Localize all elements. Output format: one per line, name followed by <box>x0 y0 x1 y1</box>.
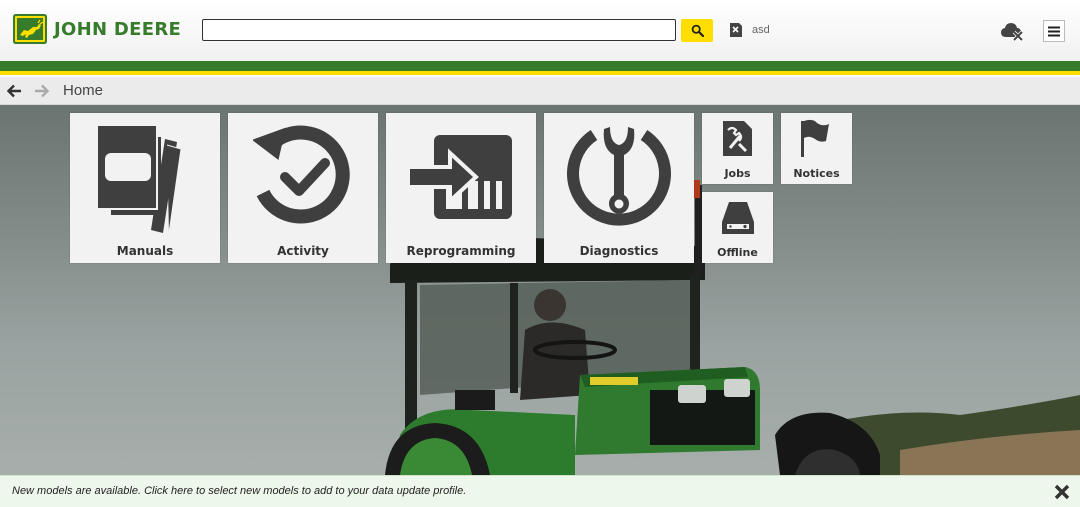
brand-stripe-green <box>0 61 1080 71</box>
notices-icon <box>801 119 829 157</box>
tile-label: Notices <box>793 167 840 180</box>
activity-icon <box>253 125 350 224</box>
john-deere-logo[interactable]: JOHN DEERE <box>13 13 181 45</box>
tile-label: Offline <box>717 246 758 259</box>
breadcrumb: Home <box>63 82 104 99</box>
tile-reprogramming[interactable]: Reprogramming <box>386 113 536 263</box>
tile-diagnostics[interactable]: Diagnostics <box>544 113 694 263</box>
forward-arrow-icon[interactable] <box>34 83 50 99</box>
hamburger-menu-icon <box>1048 26 1060 36</box>
diagnostics-icon <box>567 127 671 226</box>
notification-text: New models are available. Click here to … <box>12 485 467 497</box>
tile-label: Manuals <box>116 244 174 258</box>
main-menu-button[interactable] <box>1043 20 1065 42</box>
tile-manuals[interactable]: Manuals <box>70 113 220 263</box>
tile-offline[interactable]: Offline <box>702 192 773 263</box>
tile-label: Activity <box>277 244 329 258</box>
user-account[interactable]: asd <box>729 22 770 38</box>
tile-notices[interactable]: Notices <box>781 113 852 184</box>
search-icon <box>691 24 704 37</box>
manuals-icon <box>96 124 182 234</box>
navigation-bar: Home <box>0 77 1080 105</box>
deer-logo-icon <box>13 14 47 44</box>
brand-name: JOHN DEERE <box>54 18 182 40</box>
tile-jobs[interactable]: Jobs <box>702 113 773 184</box>
search-button[interactable] <box>681 19 713 42</box>
jobs-icon <box>723 121 752 156</box>
close-icon[interactable] <box>1053 483 1071 501</box>
user-name: asd <box>752 24 770 36</box>
new-models-notification[interactable]: New models are available. Click here to … <box>0 475 1080 507</box>
search-input[interactable] <box>202 19 676 41</box>
offline-icon <box>722 202 754 234</box>
tile-label: Reprogramming <box>406 244 516 258</box>
tile-label: Jobs <box>724 167 751 180</box>
cloud-sync-icon[interactable] <box>1000 20 1024 42</box>
user-document-icon <box>730 23 742 37</box>
back-arrow-icon[interactable] <box>6 83 22 99</box>
app-header: JOHN DEERE asd <box>0 0 1080 61</box>
tile-activity[interactable]: Activity <box>228 113 378 263</box>
reprogramming-icon <box>406 135 512 219</box>
tile-label: Diagnostics <box>579 244 659 258</box>
